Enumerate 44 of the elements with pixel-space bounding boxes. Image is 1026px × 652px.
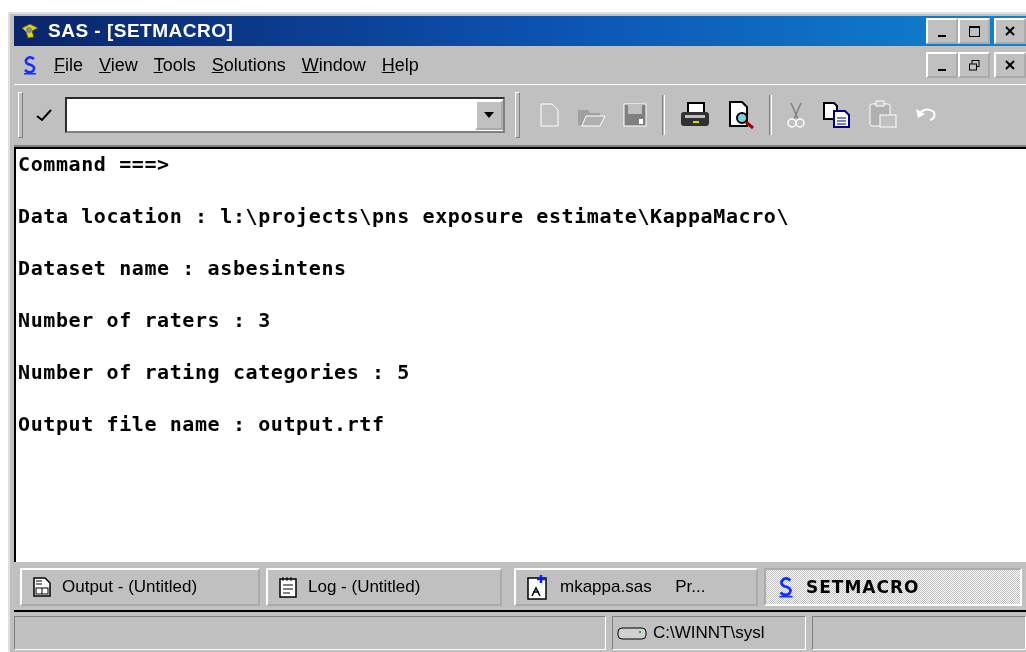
clipboard-icon	[868, 100, 898, 130]
macro-line: Data location : l:\projects\pns exposure estimate\KappaMacro\	[18, 203, 791, 230]
macro-line: Number of raters : 3	[18, 307, 272, 334]
window-tab[interactable]: SETMACRO	[764, 568, 1022, 606]
output-icon	[32, 577, 52, 597]
dropdown-icon	[484, 112, 494, 118]
sas-logo-icon	[776, 576, 796, 598]
macro-line: Dataset name : asbesintens	[18, 255, 348, 282]
blank-page-icon	[538, 102, 560, 128]
program-file-icon	[526, 574, 550, 600]
app-icon	[20, 22, 40, 40]
menu-item[interactable]: Help	[381, 54, 419, 76]
sas-logo-icon[interactable]	[22, 55, 38, 75]
notepad-icon	[278, 576, 298, 598]
menu-item[interactable]: File	[54, 54, 83, 76]
macro-line: Number of rating categories : 5	[18, 359, 411, 386]
print-preview-icon	[727, 100, 755, 130]
minimize-icon	[938, 35, 946, 37]
maximize-icon	[968, 25, 980, 37]
printer-icon	[679, 101, 711, 129]
scissors-icon	[786, 101, 806, 129]
maximize-button[interactable]	[958, 18, 990, 44]
window-tab[interactable]: Output - (Untitled)	[20, 568, 260, 606]
window-tab[interactable]: mkappa.sas Pr...	[514, 568, 758, 606]
menu-item[interactable]: Solutions	[211, 54, 286, 76]
drive-icon	[617, 625, 647, 641]
window-title: SAS - [SETMACRO]	[48, 20, 234, 42]
status-path: C:\WINNT\sysl	[612, 616, 806, 650]
close-button[interactable]	[994, 18, 1026, 44]
close-icon	[1005, 60, 1015, 70]
restore-button[interactable]	[958, 52, 990, 78]
command-field[interactable]	[65, 97, 505, 133]
menu-item[interactable]: Tools	[153, 54, 196, 76]
checkmark-icon	[35, 108, 53, 122]
copy-icon	[822, 101, 852, 129]
macro-line: Command ===>	[18, 151, 171, 178]
window-tab[interactable]: Log - (Untitled)	[266, 568, 502, 606]
minimize-icon	[938, 69, 946, 71]
menu-item[interactable]: View	[99, 54, 138, 76]
close-button[interactable]	[994, 52, 1026, 78]
restore-icon	[968, 59, 980, 71]
menu-item[interactable]: Window	[301, 54, 366, 76]
macro-line: Output file name : output.rtf	[18, 411, 386, 438]
close-icon	[1005, 26, 1015, 36]
